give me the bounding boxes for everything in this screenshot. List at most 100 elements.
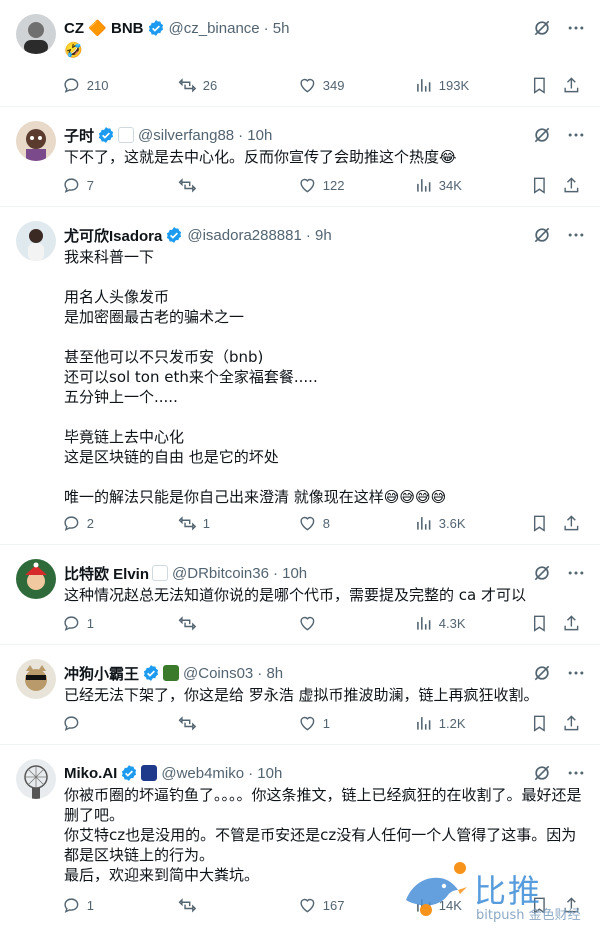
grok-icon[interactable]: [532, 763, 552, 783]
view-count: 4.3K: [438, 615, 466, 631]
view-count: 193K: [438, 77, 470, 93]
bookmark-button[interactable]: [530, 514, 555, 533]
reply-button[interactable]: 1: [62, 896, 94, 915]
tweet[interactable]: 子时 @silverfang88 · 10h 下不了，这就是去中心化。反而你宣传…: [0, 107, 600, 207]
more-options-icon[interactable]: [566, 563, 586, 583]
retweet-button[interactable]: 1: [178, 514, 210, 533]
share-button[interactable]: [562, 176, 587, 195]
grok-icon[interactable]: [532, 563, 552, 583]
reply-count: 1: [86, 615, 94, 631]
tweet[interactable]: 冲狗小霸王 @Coins03 · 8h 已经无法下架了，你这是给 罗永浩 虚拟币…: [0, 645, 600, 745]
handle[interactable]: @silverfang88: [138, 127, 234, 144]
display-name[interactable]: 冲狗小霸王: [64, 663, 139, 684]
retweet-button[interactable]: [178, 614, 203, 633]
verified-badge-icon: [122, 765, 137, 781]
views-button[interactable]: 4.3K: [414, 614, 466, 633]
reply-icon: [64, 716, 79, 731]
share-button[interactable]: [562, 514, 587, 533]
more-options-icon[interactable]: [566, 225, 586, 245]
user-avatar[interactable]: [16, 14, 56, 54]
like-button[interactable]: [298, 614, 323, 633]
action-bar: 2 1 8 3.6K: [62, 511, 586, 535]
reply-button[interactable]: 210: [62, 76, 108, 95]
share-button[interactable]: [562, 714, 587, 733]
like-count: 122: [322, 177, 345, 193]
reply-button[interactable]: [62, 714, 87, 733]
timestamp[interactable]: · 10h: [248, 765, 282, 782]
handle[interactable]: @cz_binance: [169, 20, 260, 37]
more-options-icon[interactable]: [566, 663, 586, 683]
user-avatar[interactable]: [16, 221, 56, 261]
user-avatar[interactable]: [16, 759, 56, 799]
timestamp[interactable]: · 8h: [257, 665, 283, 682]
tweet[interactable]: CZ 🔶 BNB @cz_binance · 5h 🤣 210 26 349 1…: [0, 0, 600, 107]
grok-icon[interactable]: [532, 125, 552, 145]
user-avatar[interactable]: [16, 659, 56, 699]
like-count: 167: [322, 897, 345, 913]
timestamp[interactable]: · 10h: [273, 565, 307, 582]
grok-icon[interactable]: [532, 663, 552, 683]
reply-button[interactable]: 2: [62, 514, 94, 533]
reply-button[interactable]: 1: [62, 614, 94, 633]
like-button[interactable]: 8: [298, 514, 330, 533]
verified-badge-icon: [148, 20, 163, 36]
retweet-icon: [178, 615, 197, 631]
views-icon: [417, 716, 431, 730]
views-button[interactable]: 34K: [414, 176, 462, 195]
grok-icon[interactable]: [532, 225, 552, 245]
retweet-icon: [178, 515, 197, 531]
tweet-text: 我来科普一下 用名人头像发币 是加密圈最古老的骗术之一 甚至他可以不只发币安（b…: [64, 247, 582, 507]
retweet-button[interactable]: [178, 896, 203, 915]
grok-icon[interactable]: [532, 18, 552, 38]
tweet-header: 尤可欣Isadora @isadora288881 · 9h: [64, 223, 332, 247]
action-bar: 7 122 34K: [62, 173, 586, 197]
retweet-button[interactable]: [178, 176, 203, 195]
share-button[interactable]: [562, 76, 587, 95]
user-avatar[interactable]: [16, 559, 56, 599]
bookmark-button[interactable]: [530, 76, 555, 95]
views-icon: [417, 616, 431, 630]
more-options-icon[interactable]: [566, 763, 586, 783]
tweet[interactable]: 尤可欣Isadora @isadora288881 · 9h 我来科普一下 用名…: [0, 207, 600, 545]
views-icon: [417, 78, 431, 92]
display-name[interactable]: 比特欧 Elvin: [64, 563, 149, 584]
display-name[interactable]: 子时: [64, 125, 94, 146]
timestamp[interactable]: · 9h: [306, 227, 332, 244]
bookmark-button[interactable]: [530, 176, 555, 195]
reply-button[interactable]: 7: [62, 176, 94, 195]
reply-count: 1: [86, 897, 94, 913]
tweet[interactable]: 比特欧 Elvin @DRbitcoin36 · 10h 这种情况赵总无法知道你…: [0, 545, 600, 645]
timestamp[interactable]: · 5h: [264, 20, 290, 37]
views-button[interactable]: 1.2K: [414, 714, 466, 733]
display-name[interactable]: 尤可欣Isadora: [64, 225, 162, 246]
display-name[interactable]: CZ 🔶 BNB: [64, 19, 144, 37]
tweet-text: 这种情况赵总无法知道你说的是哪个代币，需要提及完整的 ca 才可以: [64, 585, 582, 605]
bookmark-button[interactable]: [530, 714, 555, 733]
retweet-count: 26: [202, 77, 218, 93]
more-options-icon[interactable]: [566, 18, 586, 38]
handle[interactable]: @isadora288881: [187, 227, 301, 244]
views-button[interactable]: 193K: [414, 76, 469, 95]
reply-icon: [64, 516, 79, 531]
bookmark-icon: [533, 715, 545, 732]
reply-count: 2: [86, 515, 94, 531]
handle[interactable]: @DRbitcoin36: [172, 565, 269, 582]
tweet-text-content: 下不了，这就是去中心化。反而你宣传了会助推这个热度😂: [64, 148, 457, 166]
more-options-icon[interactable]: [566, 125, 586, 145]
like-button[interactable]: 349: [298, 76, 344, 95]
like-button[interactable]: 1: [298, 714, 330, 733]
share-button[interactable]: [562, 614, 587, 633]
like-button[interactable]: 122: [298, 176, 344, 195]
bookmark-button[interactable]: [530, 614, 555, 633]
handle[interactable]: @web4miko: [161, 765, 244, 782]
display-name[interactable]: Miko.AI: [64, 765, 117, 782]
like-count: 349: [322, 77, 345, 93]
retweet-button[interactable]: 26: [178, 76, 217, 95]
user-avatar[interactable]: [16, 121, 56, 161]
like-button[interactable]: 167: [298, 896, 344, 915]
handle[interactable]: @Coins03: [183, 665, 253, 682]
action-bar: 1 1.2K: [62, 711, 586, 735]
retweet-button[interactable]: [178, 714, 203, 733]
views-button[interactable]: 3.6K: [414, 514, 466, 533]
timestamp[interactable]: · 10h: [238, 127, 272, 144]
